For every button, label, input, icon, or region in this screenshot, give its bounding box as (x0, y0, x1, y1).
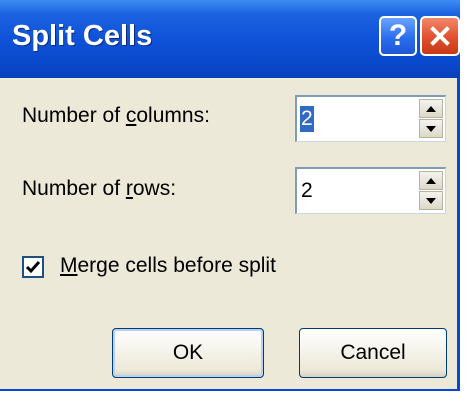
close-icon (430, 26, 450, 46)
checkmark-icon (25, 261, 41, 274)
rows-value[interactable]: 2 (300, 178, 314, 204)
rows-down-button[interactable] (419, 191, 443, 210)
rows-label: Number of rows: (22, 177, 177, 200)
title-bar[interactable]: Split Cells ? (0, 0, 460, 78)
dialog-title: Split Cells (12, 20, 153, 52)
help-button[interactable]: ? (379, 16, 417, 56)
merge-checkbox[interactable] (22, 256, 44, 278)
arrow-up-icon (426, 105, 436, 112)
arrow-up-icon (426, 177, 436, 184)
rows-up-button[interactable] (419, 171, 443, 190)
rows-spinner[interactable]: 2 (295, 167, 446, 214)
split-cells-dialog: Split Cells ? Number of columns: 2 Numbe… (0, 0, 460, 391)
columns-value[interactable]: 2 (300, 106, 314, 132)
arrow-down-icon (426, 125, 436, 132)
columns-spinner-arrows (419, 99, 443, 139)
columns-label: Number of columns: (22, 104, 210, 127)
merge-checkbox-label[interactable]: Merge cells before split (60, 254, 276, 278)
columns-down-button[interactable] (419, 119, 443, 138)
columns-spinner[interactable]: 2 (295, 95, 446, 142)
ok-button[interactable]: OK (112, 328, 264, 378)
cancel-button[interactable]: Cancel (299, 328, 447, 378)
close-button[interactable] (420, 16, 460, 56)
arrow-down-icon (426, 197, 436, 204)
help-icon: ? (388, 19, 408, 52)
rows-spinner-arrows (419, 171, 443, 211)
columns-up-button[interactable] (419, 99, 443, 118)
